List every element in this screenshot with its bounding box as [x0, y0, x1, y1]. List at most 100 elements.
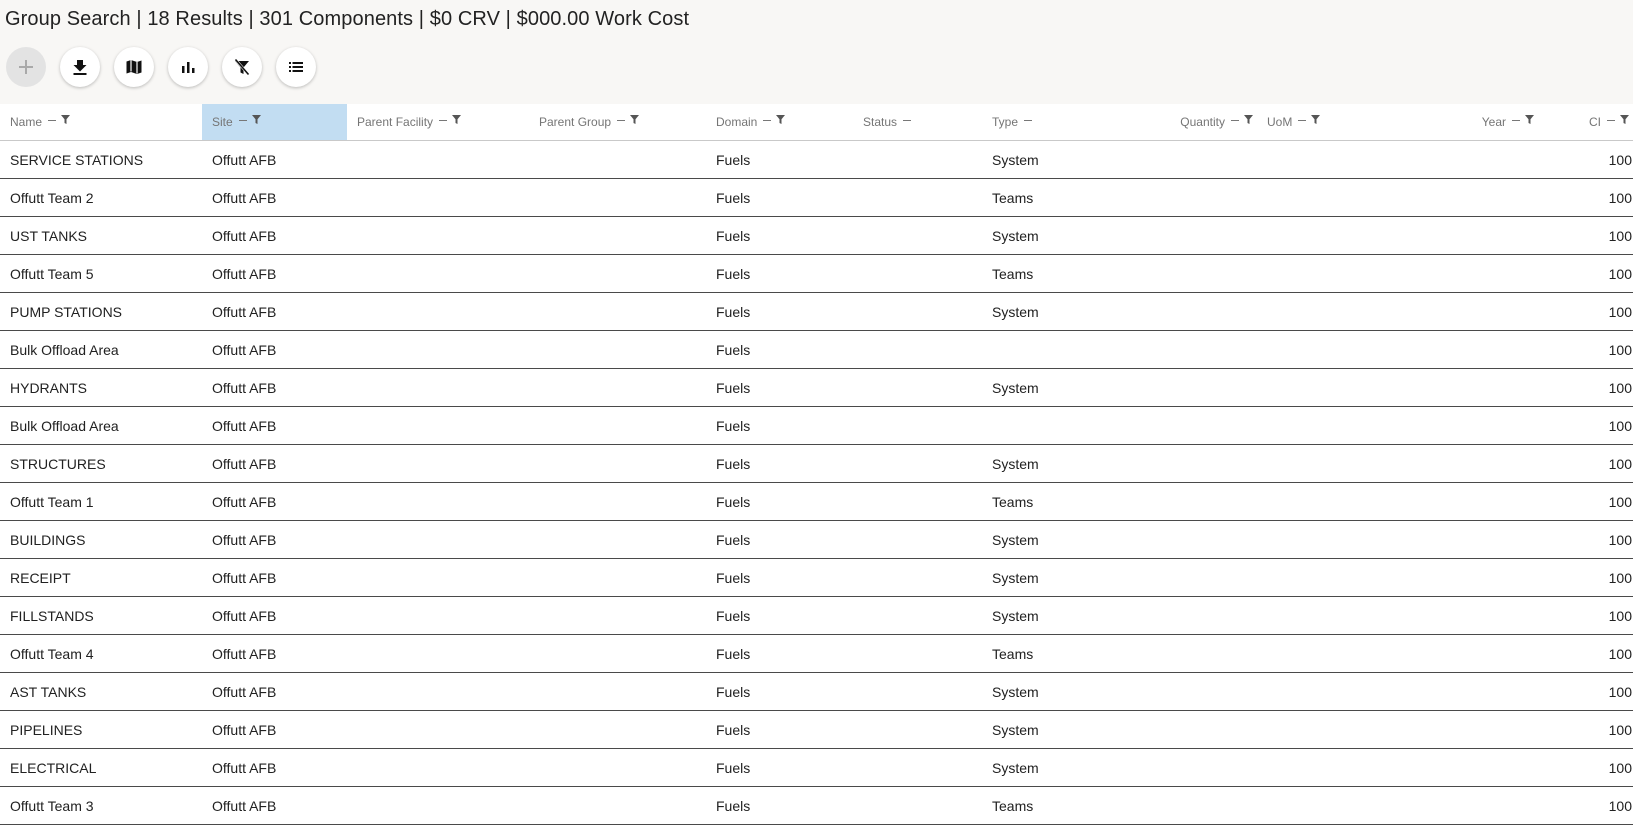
- map-button[interactable]: [114, 47, 154, 87]
- filter-icon[interactable]: [61, 115, 71, 125]
- column-header-parent-group[interactable]: Parent Group: [529, 104, 706, 141]
- sort-indicator-icon[interactable]: [439, 120, 448, 122]
- table-row[interactable]: Offutt Team 2 Offutt AFB Fuels Teams 100: [0, 178, 1633, 217]
- cell-name: Offutt Team 5: [0, 254, 202, 293]
- cell-year: [1449, 292, 1538, 331]
- column-header-ci[interactable]: CI: [1538, 104, 1633, 141]
- table-row[interactable]: STRUCTURES Offutt AFB Fuels System 100: [0, 444, 1633, 483]
- filter-icon[interactable]: [776, 115, 786, 125]
- table-row[interactable]: Bulk Offload Area Offutt AFB Fuels 100: [0, 406, 1633, 445]
- clear-filters-button[interactable]: [222, 47, 262, 87]
- cell-domain: Fuels: [706, 482, 853, 521]
- column-header-name[interactable]: Name: [0, 104, 202, 141]
- cell-parent-facility: [347, 634, 529, 673]
- cell-status: [853, 672, 982, 711]
- cell-parent-facility: [347, 140, 529, 179]
- chart-button[interactable]: [168, 47, 208, 87]
- filter-icon[interactable]: [630, 115, 640, 125]
- cell-uom: [1257, 330, 1449, 369]
- list-button[interactable]: [276, 47, 316, 87]
- cell-uom: [1257, 406, 1449, 445]
- column-header-label: Name: [10, 115, 43, 129]
- sort-indicator-icon[interactable]: [1231, 120, 1239, 122]
- sort-indicator-icon[interactable]: [617, 120, 626, 122]
- cell-quantity: [1167, 140, 1257, 179]
- cell-uom: [1257, 178, 1449, 217]
- cell-domain: Fuels: [706, 634, 853, 673]
- table-row[interactable]: AST TANKS Offutt AFB Fuels System 100: [0, 672, 1633, 711]
- table-row[interactable]: Offutt Team 3 Offutt AFB Fuels Teams 100: [0, 786, 1633, 825]
- cell-quantity: [1167, 672, 1257, 711]
- filter-icon[interactable]: [1244, 115, 1253, 125]
- column-header-uom[interactable]: UoM: [1257, 104, 1449, 141]
- filter-icon[interactable]: [1525, 115, 1534, 125]
- cell-ci: 100: [1538, 634, 1633, 673]
- cell-ci: 100: [1538, 482, 1633, 521]
- cell-parent-group: [529, 786, 706, 825]
- filter-icon[interactable]: [452, 115, 462, 125]
- table-row[interactable]: BUILDINGS Offutt AFB Fuels System 100: [0, 520, 1633, 559]
- table-row[interactable]: HYDRANTS Offutt AFB Fuels System 100: [0, 368, 1633, 407]
- sort-indicator-icon[interactable]: [1298, 120, 1307, 122]
- cell-quantity: [1167, 710, 1257, 749]
- cell-year: [1449, 330, 1538, 369]
- cell-status: [853, 444, 982, 483]
- table-row[interactable]: Offutt Team 4 Offutt AFB Fuels Teams 100: [0, 634, 1633, 673]
- sort-indicator-icon[interactable]: [903, 120, 912, 122]
- cell-site: Offutt AFB: [202, 406, 347, 445]
- cell-uom: [1257, 596, 1449, 635]
- cell-type: System: [982, 368, 1167, 407]
- table-row[interactable]: Offutt Team 5 Offutt AFB Fuels Teams 100: [0, 254, 1633, 293]
- sort-indicator-icon[interactable]: [1024, 120, 1033, 122]
- sort-indicator-icon[interactable]: [1607, 120, 1615, 122]
- cell-quantity: [1167, 520, 1257, 559]
- table-row[interactable]: Bulk Offload Area Offutt AFB Fuels 100: [0, 330, 1633, 369]
- cell-parent-group: [529, 406, 706, 445]
- list-icon: [289, 62, 303, 72]
- table-row[interactable]: PUMP STATIONS Offutt AFB Fuels System 100: [0, 292, 1633, 331]
- cell-parent-facility: [347, 672, 529, 711]
- column-header-domain[interactable]: Domain: [706, 104, 853, 141]
- table-row[interactable]: FILLSTANDS Offutt AFB Fuels System 100: [0, 596, 1633, 635]
- sort-indicator-icon[interactable]: [1512, 120, 1520, 122]
- column-header-parent-facility[interactable]: Parent Facility: [347, 104, 529, 141]
- cell-ci: 100: [1538, 444, 1633, 483]
- download-button[interactable]: [60, 47, 100, 87]
- cell-quantity: [1167, 406, 1257, 445]
- sort-indicator-icon[interactable]: [763, 120, 772, 122]
- cell-status: [853, 558, 982, 597]
- cell-status: [853, 292, 982, 331]
- cell-name: AST TANKS: [0, 672, 202, 711]
- filter-icon[interactable]: [1311, 115, 1321, 125]
- column-header-year[interactable]: Year: [1449, 104, 1538, 141]
- cell-parent-group: [529, 292, 706, 331]
- sort-indicator-icon[interactable]: [48, 120, 57, 122]
- column-header-label: Site: [212, 115, 233, 129]
- column-header-site[interactable]: Site: [202, 104, 347, 141]
- filter-icon[interactable]: [251, 115, 261, 125]
- cell-year: [1449, 672, 1538, 711]
- cell-status: [853, 368, 982, 407]
- cell-ci: 100: [1538, 292, 1633, 331]
- cell-domain: Fuels: [706, 254, 853, 293]
- cell-domain: Fuels: [706, 672, 853, 711]
- table-row[interactable]: UST TANKS Offutt AFB Fuels System 100: [0, 216, 1633, 255]
- add-button[interactable]: [6, 47, 46, 87]
- cell-parent-group: [529, 748, 706, 787]
- cell-uom: [1257, 140, 1449, 179]
- table-row[interactable]: SERVICE STATIONS Offutt AFB Fuels System 100: [0, 140, 1633, 179]
- column-header-type[interactable]: Type: [982, 104, 1167, 141]
- cell-year: [1449, 634, 1538, 673]
- column-header-quantity[interactable]: Quantity: [1167, 104, 1257, 141]
- table-row[interactable]: Offutt Team 1 Offutt AFB Fuels Teams 100: [0, 482, 1633, 521]
- cell-name: BUILDINGS: [0, 520, 202, 559]
- column-header-status[interactable]: Status: [853, 104, 982, 141]
- cell-status: [853, 330, 982, 369]
- table-row[interactable]: RECEIPT Offutt AFB Fuels System 100: [0, 558, 1633, 597]
- sort-indicator-icon[interactable]: [238, 120, 247, 122]
- table-row[interactable]: PIPELINES Offutt AFB Fuels System 100: [0, 710, 1633, 749]
- cell-year: [1449, 786, 1538, 825]
- cell-parent-group: [529, 444, 706, 483]
- filter-icon[interactable]: [1620, 115, 1629, 125]
- table-row[interactable]: ELECTRICAL Offutt AFB Fuels System 100: [0, 748, 1633, 787]
